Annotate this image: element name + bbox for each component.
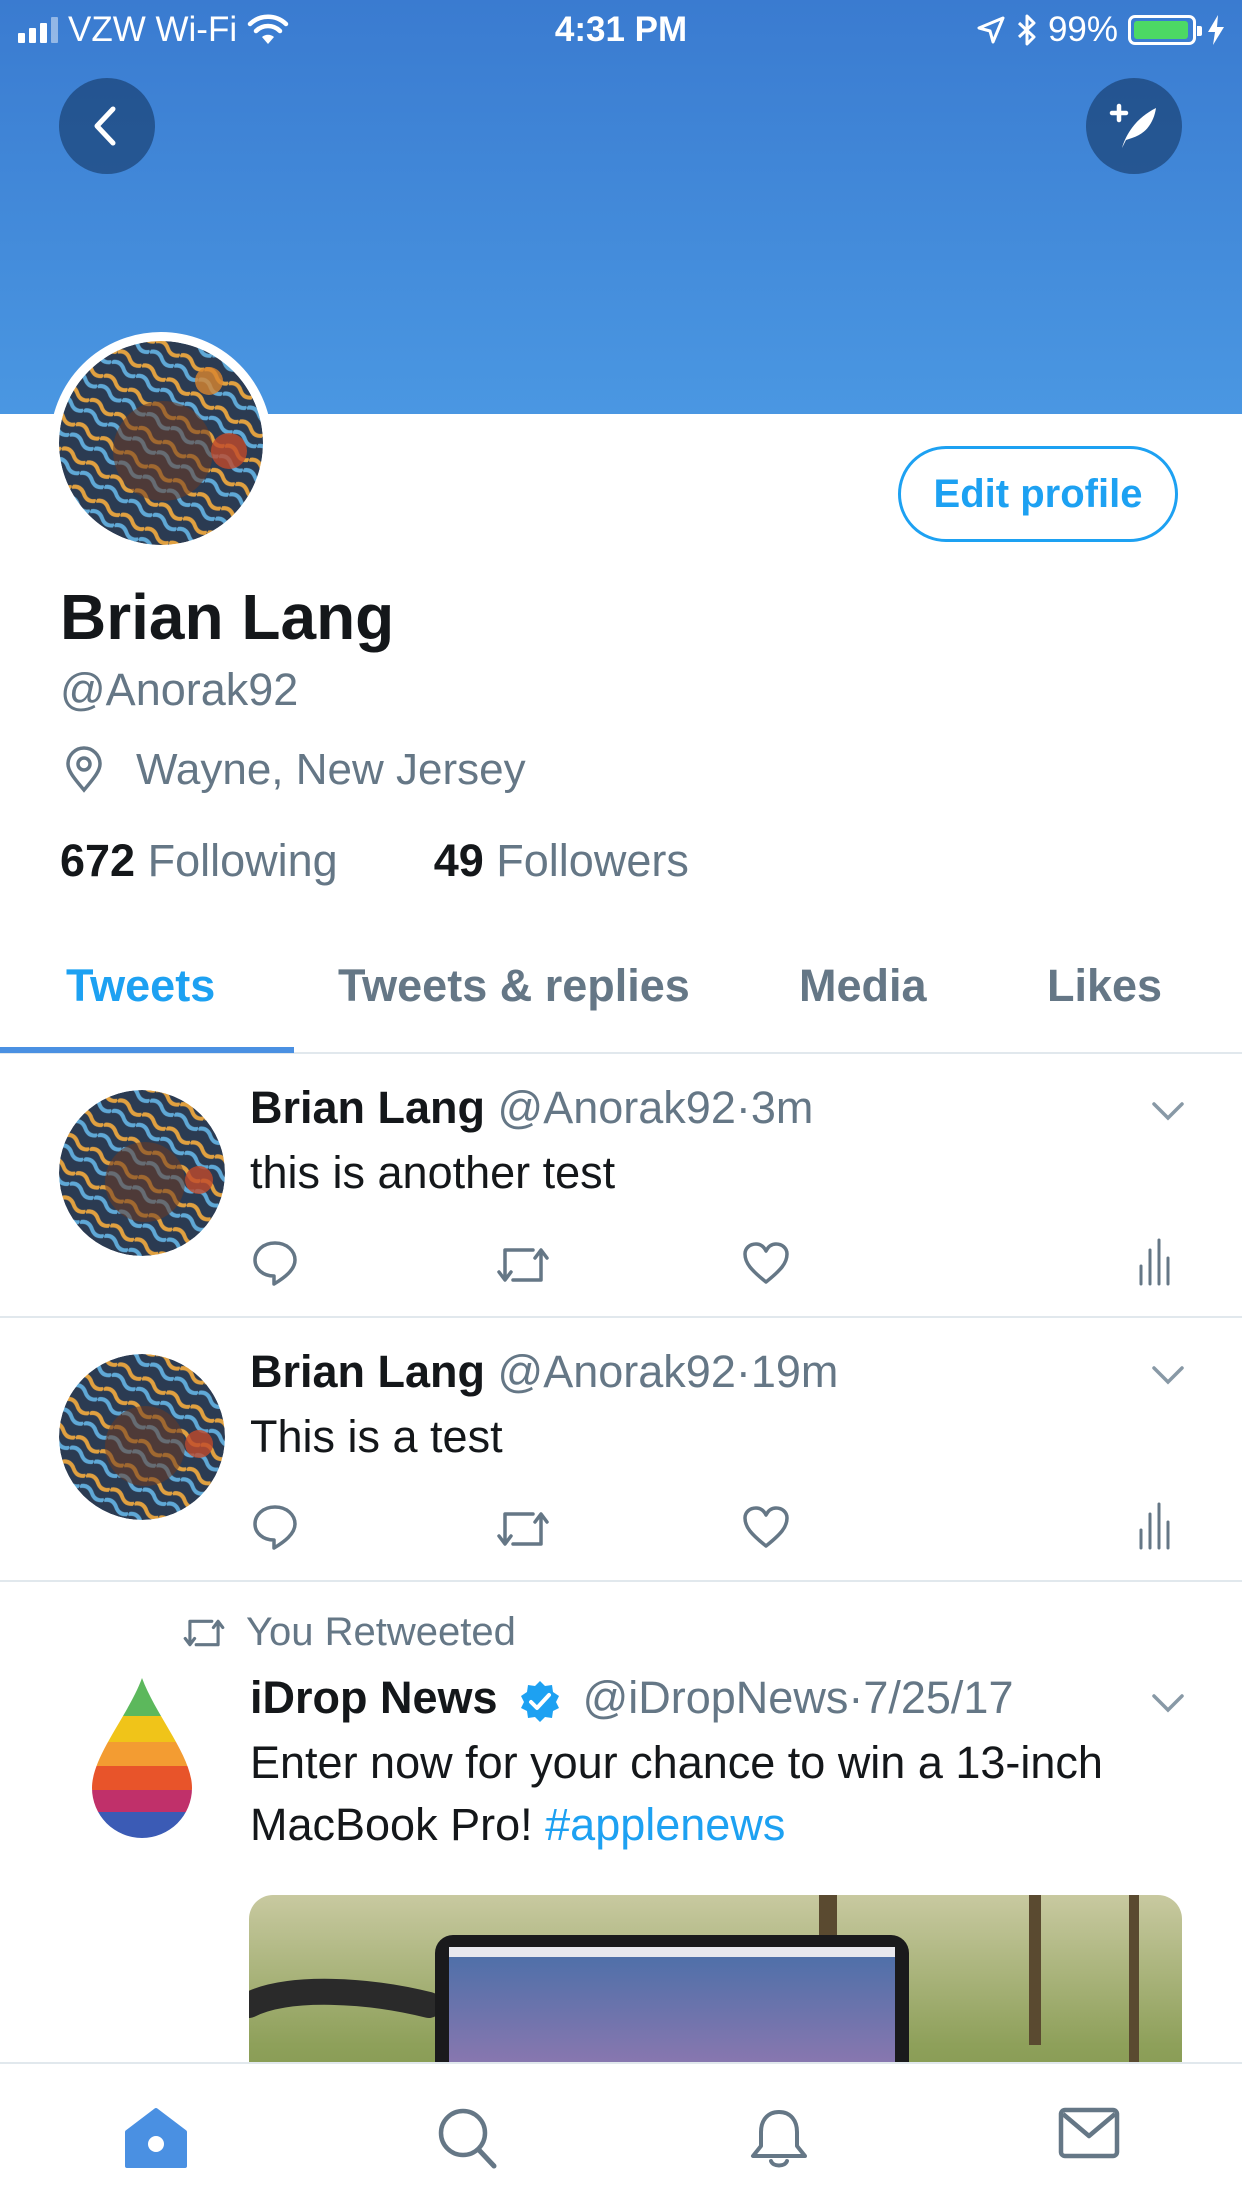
tweet-avatar[interactable] xyxy=(59,1090,225,1256)
chevron-left-icon xyxy=(94,106,116,146)
tweet-author-handle: @Anorak92 xyxy=(497,1082,736,1133)
tweet-avatar[interactable] xyxy=(59,1354,225,1520)
retweet-context: You Retweeted xyxy=(182,1610,516,1655)
tweet-header: Brian Lang @Anorak92·19m xyxy=(250,1346,838,1398)
compose-tweet-button[interactable] xyxy=(1086,78,1182,174)
tweet-text: This is a test xyxy=(250,1411,503,1462)
retweet-small-icon xyxy=(183,1619,225,1646)
profile-avatar-image xyxy=(59,341,263,545)
following-count: 672 xyxy=(60,835,136,886)
home-icon[interactable] xyxy=(123,2106,189,2170)
followers-count: 49 xyxy=(433,835,484,886)
like-heart-icon[interactable] xyxy=(741,1504,791,1550)
profile-location: Wayne, New Jersey xyxy=(62,745,526,795)
tab-likes[interactable]: Likes xyxy=(1047,960,1162,1012)
tweet-header: Brian Lang @Anorak92·3m xyxy=(250,1082,813,1134)
tab-tweets-and-replies[interactable]: Tweets & replies xyxy=(338,960,690,1012)
tweet-time: 3m xyxy=(750,1082,814,1133)
follow-counts: 672 Following 49 Followers xyxy=(60,835,689,887)
tweet-author-handle: @iDropNews xyxy=(582,1672,849,1723)
followers-label: Followers xyxy=(496,835,689,886)
analytics-icon[interactable] xyxy=(1136,1236,1172,1286)
bottom-tab-bar xyxy=(0,2062,1242,2208)
tweet-item[interactable]: Brian Lang @Anorak92·3m this is another … xyxy=(0,1054,1242,1318)
reply-icon[interactable] xyxy=(250,1502,300,1552)
location-arrow-icon xyxy=(977,16,1005,44)
idrop-news-logo-avatar[interactable] xyxy=(88,1676,196,1840)
location-pin-icon xyxy=(66,746,102,793)
retweet-label: You Retweeted xyxy=(246,1610,516,1654)
status-bar: VZW Wi-Fi 4:31 PM 99% xyxy=(0,0,1242,62)
tweet-header: iDrop News @iDropNews·7/25/17 xyxy=(250,1672,1013,1724)
edit-profile-button[interactable]: Edit profile xyxy=(898,446,1178,542)
tweet-author-name: iDrop News xyxy=(250,1672,498,1723)
bluetooth-icon xyxy=(1017,14,1036,46)
status-right: 99% xyxy=(976,10,1226,50)
messages-envelope-icon[interactable] xyxy=(1058,2106,1120,2162)
battery-percent: 99% xyxy=(1047,10,1118,49)
battery-icon xyxy=(1128,15,1202,45)
tweet-item[interactable]: Brian Lang @Anorak92·19m This is a test xyxy=(0,1318,1242,1582)
tweet-avatar-image xyxy=(59,1354,225,1520)
tweet-author-name: Brian Lang xyxy=(250,1346,486,1397)
tweet-avatar-image xyxy=(59,1090,225,1256)
followers-link[interactable]: 49 Followers xyxy=(434,835,689,887)
reply-icon[interactable] xyxy=(250,1238,300,1288)
tweet-menu-chevron-down-icon[interactable] xyxy=(1150,1692,1186,1716)
profile-name: Brian Lang xyxy=(60,581,395,653)
tweet-text: Enter now for your chance to win a 13-in… xyxy=(250,1732,1150,1856)
hashtag-link[interactable]: #applenews xyxy=(545,1799,785,1850)
tweet-separator: · xyxy=(848,1672,864,1723)
analytics-icon[interactable] xyxy=(1136,1500,1172,1550)
tweet-text: this is another test xyxy=(250,1147,616,1198)
notifications-bell-icon[interactable] xyxy=(748,2106,810,2170)
following-link[interactable]: 672 Following xyxy=(60,835,338,887)
following-label: Following xyxy=(147,835,338,886)
tweet-author-handle: @Anorak92 xyxy=(497,1346,736,1397)
tweet-menu-chevron-down-icon[interactable] xyxy=(1150,1100,1186,1124)
active-tab-indicator xyxy=(0,1047,294,1053)
search-icon[interactable] xyxy=(436,2106,498,2170)
location-label: Wayne, New Jersey xyxy=(136,745,526,794)
back-button[interactable] xyxy=(59,78,155,174)
retweet-icon[interactable] xyxy=(495,1242,551,1288)
retweet-icon[interactable] xyxy=(495,1506,551,1552)
tweet-time: 7/25/17 xyxy=(863,1672,1014,1723)
tab-tweets[interactable]: Tweets xyxy=(66,960,215,1012)
tweet-author-name: Brian Lang xyxy=(250,1082,486,1133)
compose-tweet-icon xyxy=(1109,103,1156,148)
profile-avatar[interactable] xyxy=(50,332,272,554)
like-heart-icon[interactable] xyxy=(741,1240,791,1286)
tweet-menu-chevron-down-icon[interactable] xyxy=(1150,1364,1186,1388)
profile-tabs: Tweets Tweets & replies Media Likes xyxy=(0,930,1242,1054)
tab-media[interactable]: Media xyxy=(799,960,927,1012)
verified-badge-icon xyxy=(521,1681,560,1723)
charging-bolt-icon xyxy=(1208,15,1224,45)
tweet-separator: · xyxy=(735,1082,751,1133)
tweet-separator: · xyxy=(735,1346,751,1397)
tweet-time: 19m xyxy=(750,1346,839,1397)
profile-handle: @Anorak92 xyxy=(60,664,299,715)
